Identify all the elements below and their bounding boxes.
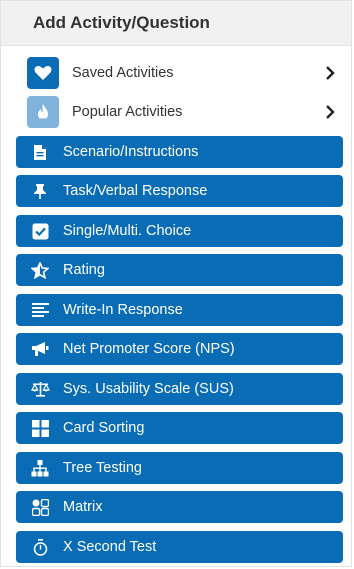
popular-activities-label: Popular Activities [72, 104, 183, 120]
activity-scenario-instructions[interactable]: Scenario/Instructions [16, 136, 343, 168]
activity-label: Tree Testing [63, 460, 142, 476]
grid-icon [30, 418, 50, 438]
chevron-right-icon [323, 105, 337, 119]
activity-system-usability-scale[interactable]: Sys. Usability Scale (SUS) [16, 373, 343, 405]
activity-tree-testing[interactable]: Tree Testing [16, 452, 343, 484]
flame-icon [27, 96, 59, 128]
activity-label: Scenario/Instructions [63, 144, 199, 160]
activity-card-sorting[interactable]: Card Sorting [16, 412, 343, 444]
add-activity-panel: Add Activity/Question Saved Activities P… [0, 0, 352, 567]
document-icon [30, 142, 50, 162]
activity-label: Single/Multi. Choice [63, 223, 192, 239]
activity-label: Net Promoter Score (NPS) [63, 341, 235, 357]
panel-header: Add Activity/Question [1, 1, 351, 46]
matrix-icon [30, 497, 50, 517]
activity-rating[interactable]: Rating [16, 254, 343, 286]
activity-label: Card Sorting [63, 420, 145, 436]
sitemap-icon [30, 458, 50, 478]
megaphone-icon [30, 339, 50, 359]
pin-icon [30, 181, 50, 201]
activity-label: Matrix [63, 499, 103, 515]
activity-net-promoter-score[interactable]: Net Promoter Score (NPS) [16, 333, 343, 365]
activity-x-second-test[interactable]: X Second Test [16, 531, 343, 563]
activity-write-in-response[interactable]: Write-In Response [16, 294, 343, 326]
lines-icon [30, 300, 50, 320]
activity-label: X Second Test [63, 539, 157, 555]
chevron-right-icon [323, 66, 337, 80]
checkbox-icon [30, 221, 50, 241]
saved-activities-label: Saved Activities [72, 65, 174, 81]
activity-label: Rating [63, 262, 105, 278]
activity-task-verbal-response[interactable]: Task/Verbal Response [16, 175, 343, 207]
star-icon [30, 260, 50, 280]
activity-single-multi-choice[interactable]: Single/Multi. Choice [16, 215, 343, 247]
activity-label: Sys. Usability Scale (SUS) [63, 381, 234, 397]
heart-icon [27, 57, 59, 89]
panel-title: Add Activity/Question [33, 13, 210, 32]
activity-matrix[interactable]: Matrix [16, 491, 343, 523]
stopwatch-icon [30, 537, 50, 557]
activity-label: Write-In Response [63, 302, 183, 318]
scale-icon [30, 379, 50, 399]
saved-activities-link[interactable]: Saved Activities [27, 57, 337, 89]
popular-activities-link[interactable]: Popular Activities [27, 96, 337, 128]
activity-label: Task/Verbal Response [63, 183, 208, 199]
